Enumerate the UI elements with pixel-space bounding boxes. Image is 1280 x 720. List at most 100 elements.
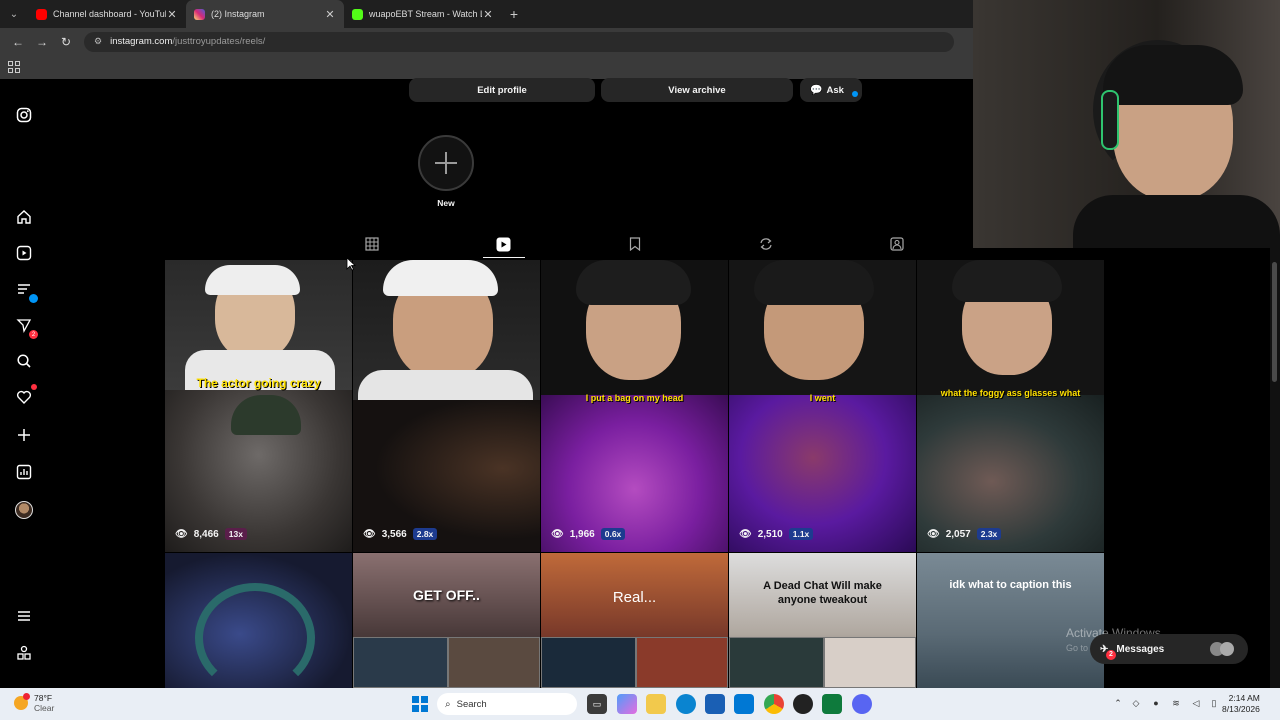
reel-tile[interactable]: A Dead Chat Will make anyone tweakout (729, 553, 916, 688)
apps-grid-icon[interactable] (8, 61, 20, 73)
spotify-icon[interactable] (822, 694, 842, 714)
reel-tile[interactable]: GET OFF.. (353, 553, 540, 688)
messages-pill-badge: 2 (1106, 649, 1116, 660)
discord-icon[interactable] (852, 694, 872, 714)
reel-tile[interactable]: 👁 3,566 2.8x (353, 260, 540, 552)
reel-tile[interactable]: Real... (541, 553, 728, 688)
windows-start-icon[interactable] (410, 694, 430, 714)
more-menu-icon[interactable] (12, 604, 36, 628)
weather-condition: Clear (34, 703, 55, 713)
task-view-icon[interactable]: ▭ (587, 694, 607, 714)
messages-avatars (1210, 642, 1234, 656)
taskbar-search-input[interactable]: ⌕ Search (437, 693, 577, 715)
search-icon: ⌕ (445, 698, 451, 710)
url-input[interactable]: ⚙ instagram.com/justtroyupdates/reels/ (84, 31, 954, 52)
tab-youtube[interactable]: Channel dashboard - YouTube ✕ (28, 0, 186, 28)
saved-icon[interactable] (627, 236, 643, 252)
copilot-icon[interactable] (617, 694, 637, 714)
system-clock[interactable]: 2:14 AM 8/13/2026 (1222, 693, 1260, 715)
clock-time: 2:14 AM (1228, 693, 1260, 703)
webcam-overlay (973, 0, 1280, 248)
eye-icon: 👁 (363, 528, 376, 540)
messages-icon[interactable]: 2 (12, 313, 38, 339)
explore-dot-badge (29, 294, 38, 303)
view-count: 1,966 (569, 528, 595, 540)
tray-app-icon[interactable]: ● (1150, 697, 1162, 709)
tagged-icon[interactable] (889, 236, 905, 252)
performance-multiplier: 2.3x (976, 528, 1002, 540)
reload-icon[interactable]: ↻ (54, 35, 78, 49)
view-count: 2,510 (757, 528, 783, 540)
ask-button[interactable]: 💬 Ask (800, 78, 862, 102)
reel-caption: idk what to caption this (949, 579, 1072, 591)
close-icon[interactable]: ✕ (166, 8, 178, 21)
reel-tile[interactable]: idk what to caption this (917, 553, 1104, 688)
also-from-meta-icon[interactable] (12, 641, 36, 665)
view-count: 2,057 (945, 528, 971, 540)
file-explorer-icon[interactable] (646, 694, 666, 714)
weather-widget[interactable]: 78°F Clear (14, 693, 54, 713)
view-archive-button[interactable]: View archive (601, 78, 793, 102)
close-icon[interactable]: ✕ (324, 8, 336, 21)
close-icon[interactable]: ✕ (482, 8, 494, 21)
browser-tab-bar: ⌄ Channel dashboard - YouTube ✕ (2) Inst… (0, 0, 973, 28)
instagram-sidebar: 2 (0, 80, 48, 688)
reel-caption: Real... (612, 589, 657, 606)
battery-icon[interactable]: ▯ (1208, 697, 1220, 709)
reel-stats: 👁 1,966 0.6x (551, 528, 626, 540)
instagram-logo-icon[interactable] (12, 103, 36, 127)
tray-overflow-icon[interactable]: ⌃ (1112, 697, 1124, 709)
back-arrow-icon[interactable]: ← (6, 35, 30, 49)
tab-search-chevron-icon[interactable]: ⌄ (0, 0, 28, 28)
messages-pill[interactable]: ✈ 2 Messages (1090, 634, 1248, 664)
reel-caption: what the foggy ass glasses what (940, 388, 1081, 398)
messages-pill-icon: ✈ 2 (1100, 644, 1116, 660)
chrome-icon[interactable] (764, 694, 784, 714)
weather-temperature: 78°F (34, 693, 53, 703)
search-icon[interactable] (12, 349, 36, 373)
ask-label: Ask (826, 84, 844, 96)
dashboard-icon[interactable] (12, 460, 36, 484)
performance-multiplier: 1.1x (788, 528, 814, 540)
view-count: 3,566 (381, 528, 407, 540)
volume-icon[interactable]: ◁ (1190, 697, 1202, 709)
reels-tab-icon[interactable] (495, 236, 511, 252)
messages-pill-label: Messages (1116, 643, 1165, 655)
forward-arrow-icon[interactable]: → (30, 35, 54, 49)
outlook-icon[interactable] (734, 694, 754, 714)
notifications-heart-icon[interactable] (12, 384, 37, 409)
reel-tile[interactable]: what the foggy ass glasses what 👁 2,057 … (917, 260, 1104, 552)
profile-avatar[interactable] (12, 498, 36, 522)
reel-caption: A Dead Chat Will make anyone tweakout (763, 580, 882, 606)
reel-tile[interactable] (165, 553, 352, 688)
reel-tile[interactable]: The actor going crazy 👁 8,466 13x (165, 260, 352, 552)
tab-instagram[interactable]: (2) Instagram ✕ (186, 0, 344, 28)
new-tab-button[interactable]: + (502, 6, 526, 22)
active-tab-indicator (483, 257, 525, 258)
wifi-icon[interactable]: ≋ (1170, 697, 1182, 709)
reel-tile[interactable]: I went 👁 2,510 1.1x (729, 260, 916, 552)
explore-icon[interactable] (12, 277, 38, 303)
youtube-icon (36, 8, 47, 20)
reel-tile[interactable]: I put a bag on my head 👁 1,966 0.6x (541, 260, 728, 552)
reposts-icon[interactable] (758, 236, 774, 252)
grid-icon[interactable] (364, 236, 380, 252)
tab-kick[interactable]: wuapoEBT Stream - Watch Live ✕ (344, 0, 502, 28)
scrollbar-thumb[interactable] (1272, 262, 1277, 382)
tab-label: Channel dashboard - YouTube (53, 9, 166, 19)
reels-icon[interactable] (12, 241, 36, 265)
clock-date: 8/13/2026 (1222, 704, 1260, 714)
kick-icon (352, 8, 363, 20)
instagram-icon (194, 8, 205, 20)
messages-badge: 2 (29, 330, 38, 339)
tab-label: wuapoEBT Stream - Watch Live (369, 9, 482, 19)
home-icon[interactable] (12, 205, 36, 229)
new-highlight-button[interactable] (418, 135, 474, 191)
create-plus-icon[interactable] (12, 423, 36, 447)
tray-app-icon[interactable]: ◇ (1130, 697, 1142, 709)
edge-icon[interactable] (676, 694, 696, 714)
site-settings-icon[interactable]: ⚙ (94, 36, 102, 47)
steelseries-icon[interactable] (793, 694, 813, 714)
store-icon[interactable] (705, 694, 725, 714)
edit-profile-button[interactable]: Edit profile (409, 78, 595, 102)
